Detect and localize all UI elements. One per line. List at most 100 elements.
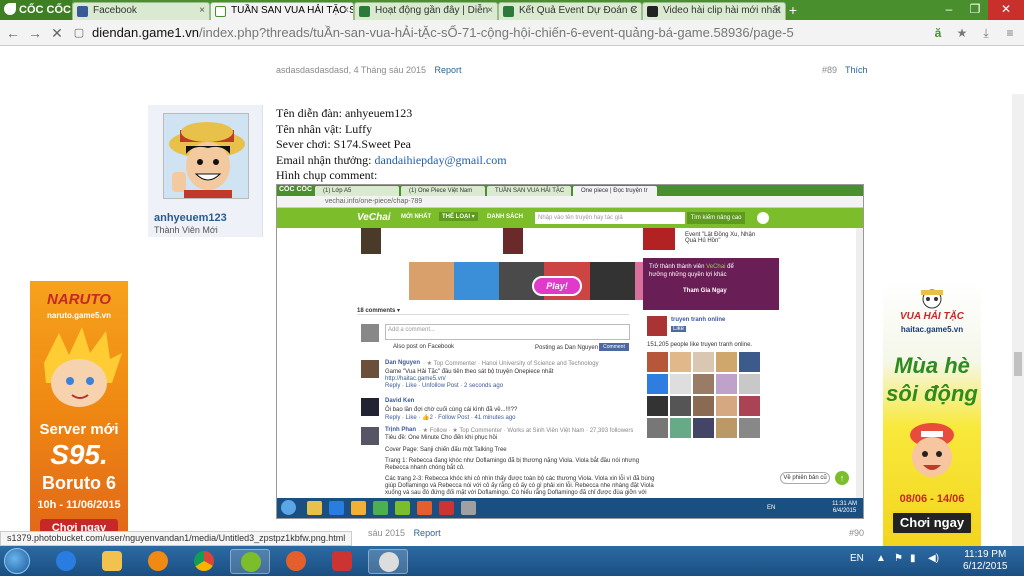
embedded-user-icon (757, 212, 769, 224)
embedded-site-nav: VeChai MỚI NHẤT THỂ LOẠI ▾ DANH SÁCH Nhậ… (277, 208, 863, 228)
post-number[interactable]: #90 (849, 528, 864, 538)
naruto-ad-banner[interactable]: NARUTO naruto.game5.vn Server mới S95. B… (30, 281, 128, 546)
page-scrollbar[interactable] (1012, 94, 1024, 546)
new-tab-button[interactable]: + (786, 3, 800, 17)
event-thumb (643, 228, 675, 250)
avatar[interactable] (163, 113, 249, 199)
close-window-icon[interactable]: ✕ (988, 0, 1024, 20)
game-icon (359, 6, 370, 17)
maximize-icon[interactable]: ❐ (962, 0, 988, 20)
username[interactable]: anhyeuem123 (154, 212, 227, 224)
network-icon[interactable]: ▮ (910, 553, 916, 564)
ie-icon (329, 501, 344, 515)
taskbar-explorer[interactable] (92, 549, 132, 574)
tab-facebook[interactable]: Facebook × (72, 2, 210, 20)
manga-thumb (503, 228, 523, 254)
url-field[interactable]: diendan.game1.vn/index.php?threads/tuẦn-… (92, 25, 794, 40)
report-link[interactable]: Report (414, 528, 441, 538)
naruto-character-icon (44, 327, 122, 407)
skull-logo-icon (921, 289, 943, 309)
back-arrow-icon[interactable]: ← (4, 24, 22, 42)
language-indicator[interactable]: EN (850, 553, 864, 564)
post-number[interactable]: #89 (822, 65, 837, 75)
browser-tab-bar: CỐC CỐC Facebook × TUẦN SAN VUA HẢI TẶC S… (0, 0, 1024, 20)
coccoc-logo[interactable]: CỐC CỐC (0, 0, 72, 20)
start-icon (281, 500, 296, 515)
commenter-avatar (361, 324, 379, 342)
close-tab-icon[interactable]: × (487, 3, 493, 19)
menu-icon[interactable]: ≡ (1000, 23, 1020, 43)
minimize-icon[interactable]: – (936, 0, 962, 20)
taskbar-coccoc[interactable] (230, 549, 270, 574)
embedded-tab: TUẦN SAN VUA HẢI TẶC (487, 186, 571, 196)
scrollbar-thumb[interactable] (1014, 352, 1022, 376)
windows-taskbar: EN ▲ ⚑ ▮ ◀) 11:19 PM 6/12/2015 (0, 546, 1024, 576)
system-clock[interactable]: 11:19 PM 6/12/2015 (963, 549, 1008, 573)
vechai-promo-box: Trở thành thành viên VeChai để hưởng nhữ… (643, 258, 779, 310)
embedded-address-bar: vechai.info/one-piece/chap-789 (277, 196, 863, 208)
report-link[interactable]: Report (435, 65, 462, 75)
chrome-icon (373, 501, 388, 515)
close-tab-icon[interactable]: × (343, 3, 349, 19)
taskbar-chrome[interactable] (184, 549, 224, 574)
scroll-top-icon: ↑ (835, 471, 849, 485)
download-icon[interactable]: ⤓ (976, 23, 996, 43)
forward-arrow-icon[interactable]: → (26, 24, 44, 42)
taskbar-game[interactable] (368, 549, 408, 574)
embedded-tab: One piece | Đọc truyện tr (573, 186, 657, 196)
stop-loading-icon[interactable]: ✕ (48, 24, 66, 42)
taskbar-firefox[interactable] (276, 549, 316, 574)
embedded-page-body: Event "Lật Đồng Xu, Nhận Quà Hủ Hồn" Pla… (277, 228, 863, 498)
close-tab-icon[interactable]: × (775, 3, 781, 19)
tab-tuan-san[interactable]: TUẦN SAN VUA HẢI TẶC S × (210, 2, 354, 20)
app-icon (439, 501, 454, 515)
tab-video[interactable]: Video hài clip hài mới nhất × (642, 2, 786, 20)
commenter-avatar (361, 360, 379, 378)
folder-icon (102, 551, 122, 571)
chrome-icon (194, 551, 214, 571)
flag-icon[interactable]: ⚑ (894, 553, 903, 564)
user-rank: Thành Viên Mới (154, 225, 218, 235)
chopper-character-icon (910, 423, 954, 477)
coccoc-icon (241, 552, 261, 572)
game-icon (379, 552, 399, 572)
facebook-icon (77, 6, 88, 17)
game-icon (215, 6, 226, 17)
tab-ket-qua[interactable]: Kết Quả Event Dự Đoán C × (498, 2, 642, 20)
close-tab-icon[interactable]: × (199, 3, 205, 19)
video-icon (647, 6, 658, 17)
firefox-icon (417, 501, 432, 515)
game-icon (461, 501, 476, 515)
fb-fans-grid (647, 352, 760, 438)
embedded-tab: (1) One Piece Việt Nam (401, 186, 485, 196)
vua-hai-tac-ad-banner[interactable]: VUA HẢI TẶC haitac.game5.vn Mùa hè sôi đ… (883, 281, 981, 546)
show-hidden-icons[interactable]: ▲ (876, 553, 886, 564)
prev-post-meta: asdasdasdasdasd, 4 Tháng sáu 2015 Report (276, 65, 462, 75)
email-link[interactable]: dandaihiepday@gmail.com (375, 153, 507, 167)
taskbar-ie[interactable] (46, 549, 86, 574)
taskbar-app[interactable] (322, 549, 362, 574)
explorer-icon (307, 501, 322, 515)
translate-icon[interactable]: ă (928, 23, 948, 43)
post-line-server: Sever chơi: S174.Sweet Pea (276, 137, 411, 151)
vua-hai-tac-play-button[interactable]: Chơi ngay (891, 511, 973, 535)
tab-hoat-dong[interactable]: Hoạt động gần đây | Diễn × (354, 2, 498, 20)
game-icon (503, 6, 514, 17)
embedded-screenshot[interactable]: CỐC CỐC (1) Lớp A5 (1) One Piece Việt Na… (276, 184, 864, 519)
close-tab-icon[interactable]: × (631, 3, 637, 19)
address-tools: ă ★ ⤓ ≡ (928, 23, 1020, 43)
next-post-meta: sáu 2015 Report (368, 528, 441, 538)
like-link[interactable]: Thích (845, 65, 868, 75)
embedded-tab-bar: CỐC CỐC (1) Lớp A5 (1) One Piece Việt Na… (277, 185, 863, 196)
commenter-avatar (361, 427, 379, 445)
window-controls: – ❐ ✕ (936, 0, 1024, 20)
windows-start-button[interactable] (4, 548, 30, 574)
taskbar-media[interactable] (138, 549, 178, 574)
post-line-forum-name: Tên diễn đàn: anhyeuem123 (276, 106, 413, 120)
bookmark-star-icon[interactable]: ★ (952, 23, 972, 43)
volume-icon[interactable]: ◀) (928, 553, 939, 564)
post-line-email: Email nhận thưởng: dandaihiepday@gmail.c… (276, 153, 507, 167)
firefox-icon (286, 551, 306, 571)
page-icon: ▢ (73, 27, 85, 39)
ie-icon (56, 551, 76, 571)
